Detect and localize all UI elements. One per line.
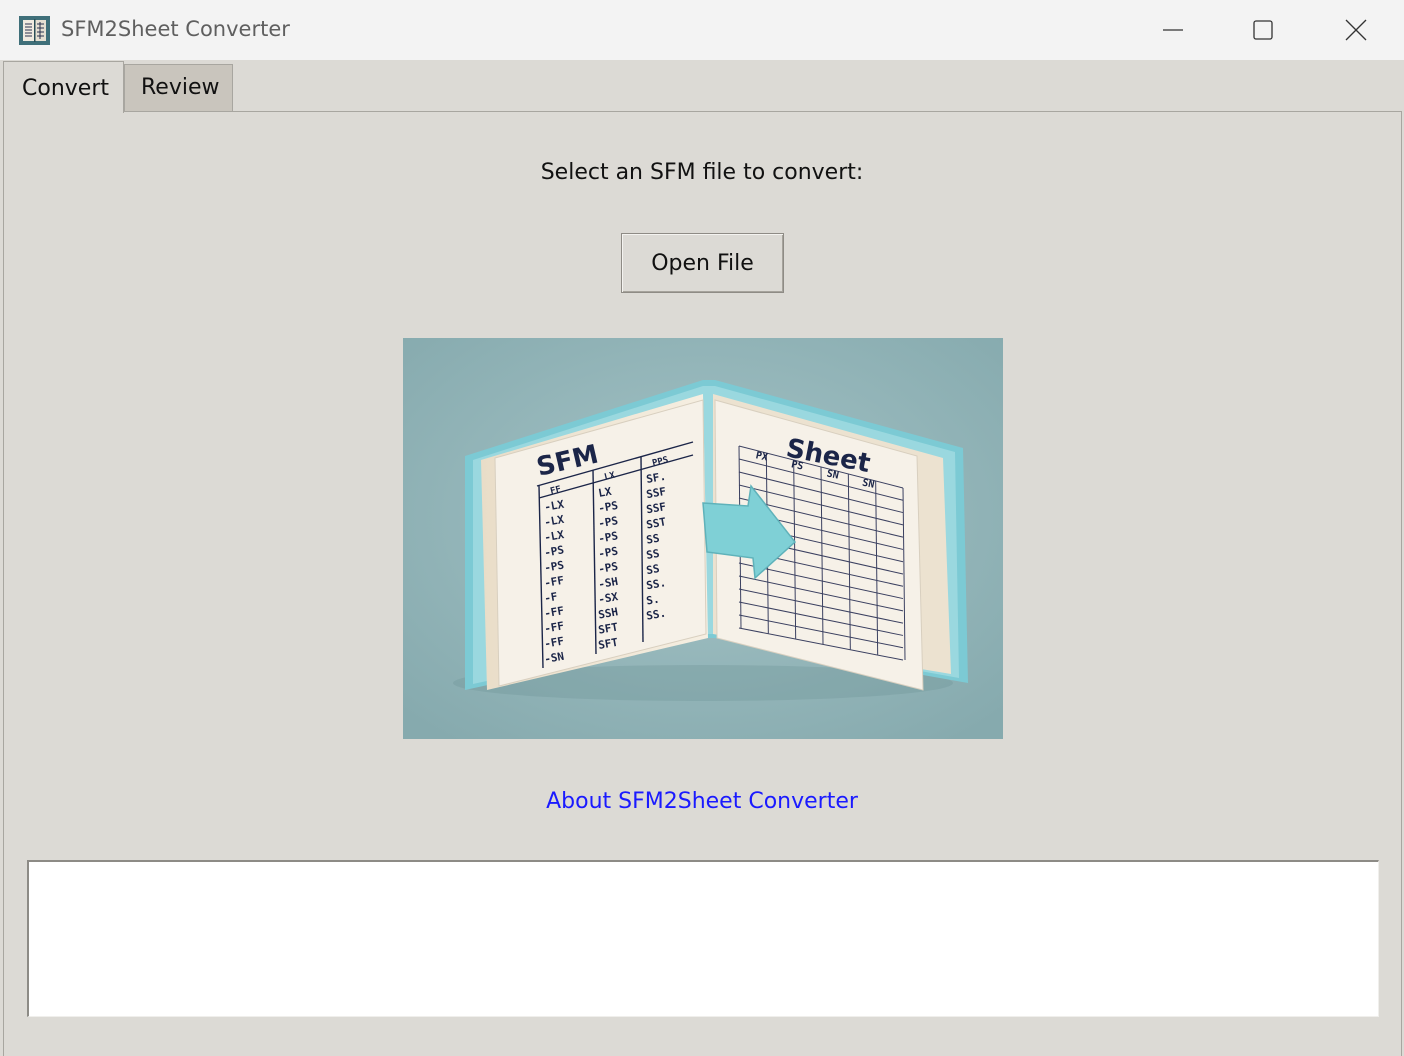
illustration-left-cell: SS [645, 562, 660, 577]
open-file-button-label: Open File [651, 250, 754, 276]
about-link[interactable]: About SFM2Sheet Converter [0, 789, 1404, 814]
title-bar[interactable]: SFM2Sheet Converter [0, 0, 1404, 60]
select-file-prompt: Select an SFM file to convert: [540, 160, 864, 185]
minimize-button[interactable] [1127, 0, 1219, 60]
tab-convert[interactable]: Convert [3, 61, 124, 113]
maximize-icon [1252, 19, 1274, 41]
tab-convert-label: Convert [22, 76, 109, 101]
minimize-icon [1162, 19, 1184, 41]
illustration-left-cell: -F [543, 590, 558, 605]
illustration-left-cell: SS [645, 547, 660, 562]
tab-review-label: Review [141, 75, 220, 100]
app-window: SFM2Sheet Converter Review Convert Selec… [0, 0, 1404, 1056]
output-text-area[interactable] [27, 860, 1379, 1017]
close-icon [1345, 19, 1367, 41]
maximize-button[interactable] [1217, 0, 1309, 60]
sfm-to-sheet-illustration: FF LX PPS -LX LX SF. -LX -PS SSF -LX -PS SSF -PS -PS S… [403, 338, 1003, 739]
close-button[interactable] [1310, 0, 1402, 60]
window-title: SFM2Sheet Converter [61, 17, 290, 41]
tab-review[interactable]: Review [124, 64, 233, 111]
app-book-icon [19, 16, 50, 45]
illustration-left-cell: S. [645, 592, 660, 607]
open-file-button[interactable]: Open File [621, 233, 784, 293]
illustration-left-cell: LX [597, 485, 613, 500]
illustration-left-cell: SS [645, 532, 660, 547]
